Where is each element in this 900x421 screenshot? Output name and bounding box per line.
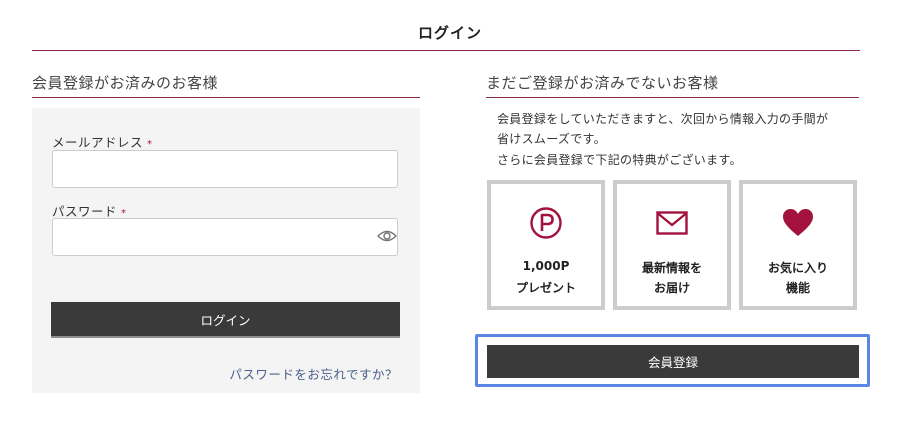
member-login-divider: [32, 97, 420, 98]
benefit-card-favorites: お気に入り 機能: [739, 180, 857, 310]
page-title: ログイン: [417, 24, 482, 42]
member-login-heading: 会員登録がお済みのお客様: [32, 74, 219, 92]
description-line: 会員登録をしていただきますと、次回から情報入力の手間が: [497, 112, 829, 126]
eye-icon[interactable]: [377, 229, 397, 243]
benefit-line: お届け: [653, 281, 690, 295]
password-field[interactable]: [52, 218, 398, 256]
description-line: さらに会員登録で下記の特典がございます。: [497, 153, 742, 167]
points-p-icon: [530, 207, 562, 239]
benefit-line: 最新情報を: [641, 261, 702, 275]
benefit-card-newsletter: 最新情報を お届け: [613, 180, 731, 310]
benefit-line: プレゼント: [515, 281, 576, 295]
benefit-card-points: 1,000P プレゼント: [487, 180, 605, 310]
email-field[interactable]: [52, 150, 398, 188]
required-mark: *: [147, 139, 153, 150]
password-label-text: パスワード: [52, 204, 118, 219]
heart-icon: [783, 209, 813, 236]
mail-icon: [656, 211, 688, 235]
email-label: メールアドレス *: [52, 132, 153, 151]
new-member-divider: [486, 97, 859, 98]
login-button[interactable]: ログイン: [51, 302, 400, 336]
email-label-text: メールアドレス: [52, 135, 144, 150]
title-divider: [32, 50, 860, 51]
benefit-line: 機能: [785, 281, 810, 295]
register-button[interactable]: 会員登録: [487, 345, 859, 378]
login-form: メールアドレス * パスワード * ログイン パスワードをお忘れですか？: [32, 108, 420, 393]
new-member-heading: まだご登録がお済みでないお客様: [486, 74, 719, 92]
benefit-line: 1,000P: [522, 259, 570, 273]
forgot-password-link[interactable]: パスワードをお忘れですか？: [229, 364, 398, 383]
benefit-line: お気に入り: [767, 261, 828, 275]
description-line: 省けスムーズです。: [497, 132, 606, 146]
